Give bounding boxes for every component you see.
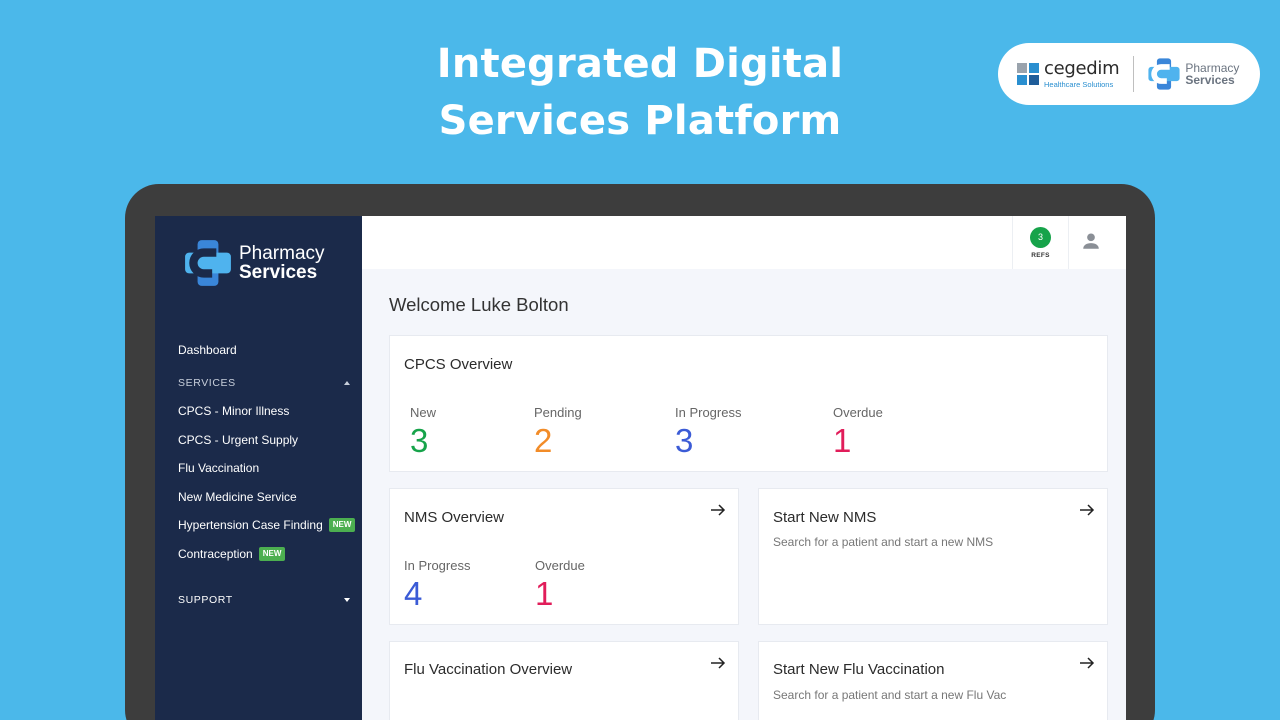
cegedim-subtitle: Healthcare Solutions bbox=[1044, 79, 1114, 89]
logo-divider bbox=[1133, 56, 1135, 92]
pharmacy-services-logo-small: Pharmacy Services bbox=[1147, 57, 1239, 91]
nms-overview-title: NMS Overview bbox=[404, 509, 505, 526]
stat-label-in-progress: In Progress bbox=[404, 558, 471, 573]
new-badge: NEW bbox=[258, 547, 286, 561]
partner-logos: cegedim Healthcare Solutions Pharmacy Se… bbox=[998, 43, 1260, 105]
start-new-nms-title: Start New NMS bbox=[773, 509, 877, 526]
cegedim-logo: cegedim Healthcare Solutions bbox=[1017, 57, 1120, 89]
arrow-right-icon[interactable] bbox=[710, 655, 726, 671]
sidebar-item-cpcs-urgent-supply[interactable]: CPCS - Urgent Supply bbox=[178, 433, 298, 447]
pharmacy-cross-logo-icon bbox=[185, 240, 231, 286]
refs-count-badge: 3 bbox=[1030, 226, 1051, 248]
app-logo[interactable]: Pharmacy Services bbox=[183, 238, 325, 288]
arrow-right-icon[interactable] bbox=[710, 502, 726, 518]
sidebar-item-label: New Medicine Service bbox=[178, 490, 297, 504]
page-title: Welcome Luke Bolton bbox=[389, 294, 569, 315]
top-bar: 3 REFS bbox=[362, 216, 1126, 269]
user-icon[interactable] bbox=[1080, 230, 1102, 252]
ps-small-line-2: Services bbox=[1185, 73, 1235, 87]
sidebar-item-hypertension-case-finding[interactable]: Hypertension Case Finding NEW bbox=[178, 518, 356, 532]
stat-label-in-progress: In Progress bbox=[675, 405, 742, 420]
sidebar-item-contraception[interactable]: Contraception NEW bbox=[178, 547, 286, 561]
sidebar-item-new-medicine-service[interactable]: New Medicine Service bbox=[178, 490, 297, 504]
stat-label-pending: Pending bbox=[534, 405, 582, 420]
sidebar-item-label: Contraception bbox=[178, 547, 253, 561]
stat-label-overdue: Overdue bbox=[535, 558, 585, 573]
support-header: SUPPORT bbox=[178, 594, 233, 606]
sidebar-item-dashboard[interactable]: Dashboard bbox=[178, 343, 237, 357]
app-screen: Pharmacy Services Dashboard SERVICES CPC… bbox=[155, 216, 1126, 720]
flu-vaccination-overview-card[interactable]: Flu Vaccination Overview bbox=[389, 641, 739, 720]
new-badge: NEW bbox=[328, 518, 356, 532]
arrow-right-icon[interactable] bbox=[1079, 502, 1095, 518]
stat-value-pending[interactable]: 2 bbox=[534, 424, 552, 457]
nms-overview-card[interactable]: NMS Overview In Progress 4 Overdue 1 bbox=[389, 488, 739, 625]
refs-button[interactable]: 3 REFS bbox=[1012, 216, 1069, 269]
cpcs-overview-card[interactable]: CPCS Overview New 3 Pending 2 In Progres… bbox=[389, 335, 1108, 472]
stat-value-overdue[interactable]: 1 bbox=[833, 424, 851, 457]
sidebar-item-label: CPCS - Urgent Supply bbox=[178, 433, 299, 447]
sidebar-item-flu-vaccination[interactable]: Flu Vaccination bbox=[178, 461, 259, 475]
services-header: SERVICES bbox=[178, 377, 236, 389]
arrow-right-icon[interactable] bbox=[1079, 655, 1095, 671]
app-brand-line-1: Pharmacy bbox=[239, 243, 325, 264]
stat-value-overdue[interactable]: 1 bbox=[535, 577, 553, 610]
sidebar: Pharmacy Services Dashboard SERVICES CPC… bbox=[155, 216, 362, 720]
caret-up-icon bbox=[344, 381, 350, 385]
refs-label: REFS bbox=[1031, 251, 1050, 259]
app-brand-line-2: Services bbox=[239, 262, 318, 283]
start-new-nms-card[interactable]: Start New NMS Search for a patient and s… bbox=[758, 488, 1108, 625]
caret-down-icon bbox=[344, 598, 350, 602]
stat-value-in-progress[interactable]: 3 bbox=[675, 424, 693, 457]
sidebar-item-label: CPCS - Minor Illness bbox=[178, 404, 290, 418]
stat-value-new[interactable]: 3 bbox=[410, 424, 428, 457]
cegedim-name: cegedim bbox=[1044, 57, 1120, 79]
sidebar-section-support[interactable]: SUPPORT bbox=[178, 594, 350, 606]
cegedim-logo-icon bbox=[1017, 63, 1039, 85]
sidebar-section-services[interactable]: SERVICES bbox=[178, 377, 350, 389]
start-new-flu-title: Start New Flu Vaccination bbox=[773, 661, 945, 678]
start-new-nms-subtitle: Search for a patient and start a new NMS bbox=[773, 535, 994, 549]
sidebar-item-label: Flu Vaccination bbox=[178, 461, 260, 475]
flu-overview-title: Flu Vaccination Overview bbox=[404, 661, 573, 678]
pharmacy-cross-logo-icon bbox=[1148, 58, 1180, 90]
start-new-flu-vaccination-card[interactable]: Start New Flu Vaccination Search for a p… bbox=[758, 641, 1108, 720]
start-new-flu-subtitle: Search for a patient and start a new Flu… bbox=[773, 688, 1007, 702]
cpcs-overview-title: CPCS Overview bbox=[404, 356, 513, 373]
sidebar-item-cpcs-minor-illness[interactable]: CPCS - Minor Illness bbox=[178, 404, 289, 418]
stat-value-in-progress[interactable]: 4 bbox=[404, 577, 422, 610]
stat-label-overdue: Overdue bbox=[833, 405, 883, 420]
sidebar-item-label: Hypertension Case Finding bbox=[178, 518, 323, 532]
stat-label-new: New bbox=[410, 405, 437, 420]
